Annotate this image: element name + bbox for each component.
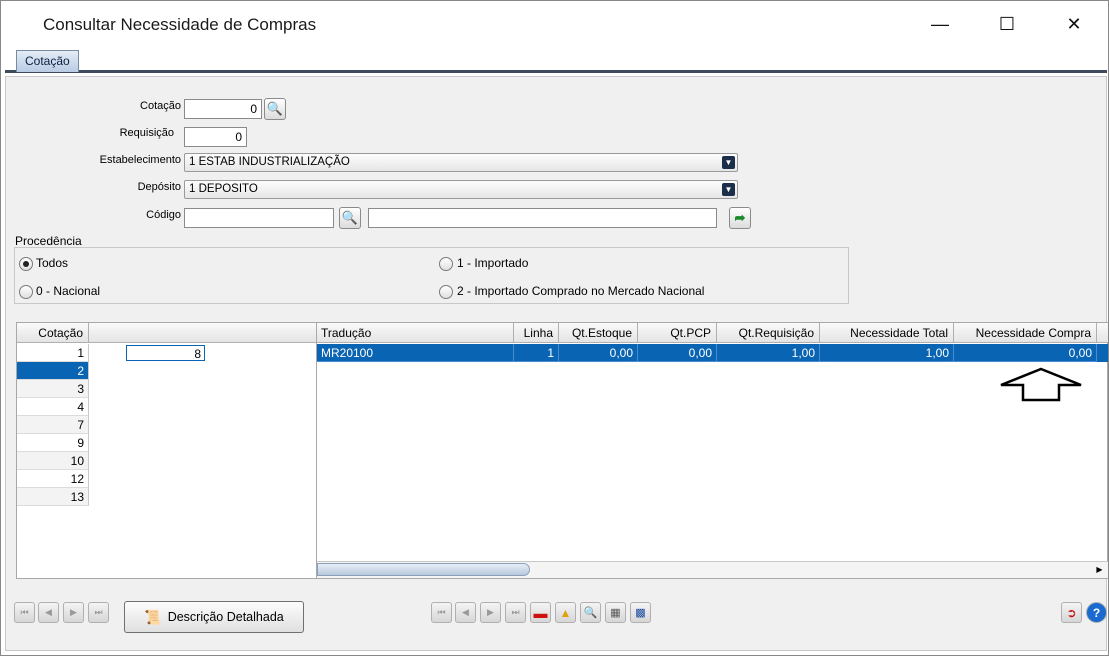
necessidade-compra-cell: 0,00 — [954, 344, 1097, 362]
necessidade-grid[interactable]: Tradução Linha Qt.Estoque Qt.PCP Qt.Requ… — [316, 322, 1108, 579]
list-item[interactable]: 3 — [17, 380, 89, 398]
radio-nacional[interactable] — [19, 285, 33, 299]
radio-importado-label[interactable]: 1 - Importado — [457, 256, 528, 270]
forward-arrow-icon: ➦ — [734, 210, 746, 225]
descricao-detalhada-button[interactable]: 📜 Descrição Detalhada — [124, 601, 304, 633]
search-icon: 🔍 — [341, 210, 359, 225]
cotacao-panel: Cotação 0 🔍 Requisição 0 Estabelecimento… — [5, 76, 1108, 651]
codigo-label: Código — [146, 209, 181, 221]
minimize-button[interactable]: — — [917, 7, 963, 41]
linha-column-header[interactable]: Linha — [514, 323, 559, 343]
deposito-label: Depósito — [137, 181, 181, 193]
cotacao-column-header[interactable]: Cotação — [17, 323, 89, 343]
list-item[interactable]: 10 — [17, 452, 89, 470]
necessidade-total-cell: 1,00 — [820, 344, 954, 362]
horizontal-scrollbar[interactable]: ▶ — [317, 561, 1108, 578]
grid-next-icon[interactable]: ▶ — [480, 602, 501, 623]
side-value-cell[interactable]: 8 — [126, 345, 205, 361]
first-record-icon[interactable]: ⏮ — [14, 602, 35, 623]
traducao-column-header[interactable]: Tradução — [317, 323, 514, 343]
radio-nacional-label[interactable]: 0 - Nacional — [36, 284, 100, 298]
table-row[interactable]: MR20100 1 0,00 0,00 1,00 1,00 0,00 — [317, 344, 1108, 362]
blank-column-header — [89, 323, 317, 343]
cotacao-list-grid[interactable]: Cotação 1 2 3 4 7 9 10 12 13 8 — [16, 322, 317, 579]
list-item[interactable]: 12 — [17, 470, 89, 488]
requisicao-label: Requisição — [119, 127, 174, 139]
necessidade-total-column-header[interactable]: Necessidade Total — [820, 323, 954, 343]
estabelecimento-select[interactable]: 1 ESTAB INDUSTRIALIZAÇÃO ▼ — [184, 153, 738, 172]
filler-header — [1097, 323, 1108, 343]
list-item[interactable]: 4 — [17, 398, 89, 416]
grid-first-icon[interactable]: ⏮ — [431, 602, 452, 623]
sort-up-icon[interactable]: ▲ — [555, 602, 576, 623]
last-record-icon[interactable]: ⏭ — [88, 602, 109, 623]
estabelecimento-value: 1 ESTAB INDUSTRIALIZAÇÃO — [189, 156, 350, 168]
search-icon: 🔍 — [266, 101, 284, 116]
procedencia-label: Procedência — [15, 234, 82, 248]
radio-importado-mercado-nacional[interactable] — [439, 285, 453, 299]
search-icon[interactable]: 🔍 — [580, 602, 601, 623]
cotacao-search-button[interactable]: 🔍 — [264, 98, 286, 120]
qt-requisicao-cell: 1,00 — [717, 344, 820, 362]
prev-record-icon[interactable]: ◀ — [38, 602, 59, 623]
help-icon[interactable]: ? — [1086, 602, 1107, 623]
export-grid-icon[interactable]: ▩ — [630, 602, 651, 623]
qt-estoque-column-header[interactable]: Qt.Estoque — [559, 323, 638, 343]
list-item[interactable]: 9 — [17, 434, 89, 452]
qt-requisicao-column-header[interactable]: Qt.Requisição — [717, 323, 820, 343]
document-icon: 📜 — [144, 608, 162, 625]
deposito-select[interactable]: 1 DEPOSITO ▼ — [184, 180, 738, 199]
chevron-down-icon: ▼ — [722, 156, 735, 169]
grid-last-icon[interactable]: ⏭ — [505, 602, 526, 623]
deposito-value: 1 DEPOSITO — [189, 183, 258, 195]
radio-todos-label[interactable]: Todos — [36, 256, 68, 270]
delete-row-icon[interactable]: ▬ — [530, 602, 551, 623]
estabelecimento-label: Estabelecimento — [99, 154, 181, 166]
codigo-search-button[interactable]: 🔍 — [339, 207, 361, 229]
next-record-icon[interactable]: ▶ — [63, 602, 84, 623]
traducao-cell: MR20100 — [317, 344, 514, 362]
list-item[interactable]: 13 — [17, 488, 89, 506]
cotacao-input[interactable]: 0 — [184, 99, 262, 119]
chevron-down-icon: ▼ — [722, 183, 735, 196]
close-button[interactable]: ✕ — [1051, 7, 1097, 41]
tab-strip: Cotação — [5, 47, 1107, 73]
descricao-detalhada-label: Descrição Detalhada — [167, 610, 284, 624]
list-item[interactable]: 1 — [17, 344, 89, 362]
cotacao-label: Cotação — [140, 100, 181, 112]
go-button[interactable]: ➦ — [729, 207, 751, 229]
list-item[interactable]: 7 — [17, 416, 89, 434]
tab-cotacao[interactable]: Cotação — [16, 50, 79, 72]
radio-importado-mercado-nacional-label[interactable]: 2 - Importado Comprado no Mercado Nacion… — [457, 284, 704, 298]
columns-icon[interactable]: ▦ — [605, 602, 626, 623]
codigo-input[interactable] — [184, 208, 334, 228]
main-window: Consultar Necessidade de Compras — ☐ ✕ C… — [0, 0, 1109, 656]
maximize-button[interactable]: ☐ — [984, 7, 1030, 41]
exit-icon[interactable]: ➲ — [1061, 602, 1082, 623]
qt-pcp-cell: 0,00 — [638, 344, 717, 362]
necessidade-compra-column-header[interactable]: Necessidade Compra — [954, 323, 1097, 343]
scroll-right-icon[interactable]: ▶ — [1093, 563, 1106, 576]
radio-todos[interactable] — [19, 257, 33, 271]
grid-prev-icon[interactable]: ◀ — [455, 602, 476, 623]
requisicao-input[interactable]: 0 — [184, 127, 247, 147]
up-arrow-annotation-icon — [1000, 367, 1082, 402]
list-item-selected[interactable]: 2 — [17, 362, 89, 380]
procedencia-group: Todos 1 - Importado 0 - Nacional 2 - Imp… — [14, 247, 849, 304]
scrollbar-thumb[interactable] — [317, 563, 530, 576]
radio-importado[interactable] — [439, 257, 453, 271]
qt-pcp-column-header[interactable]: Qt.PCP — [638, 323, 717, 343]
qt-estoque-cell: 0,00 — [559, 344, 638, 362]
window-title: Consultar Necessidade de Compras — [43, 15, 317, 34]
codigo-description-input[interactable] — [368, 208, 717, 228]
linha-cell: 1 — [514, 344, 559, 362]
